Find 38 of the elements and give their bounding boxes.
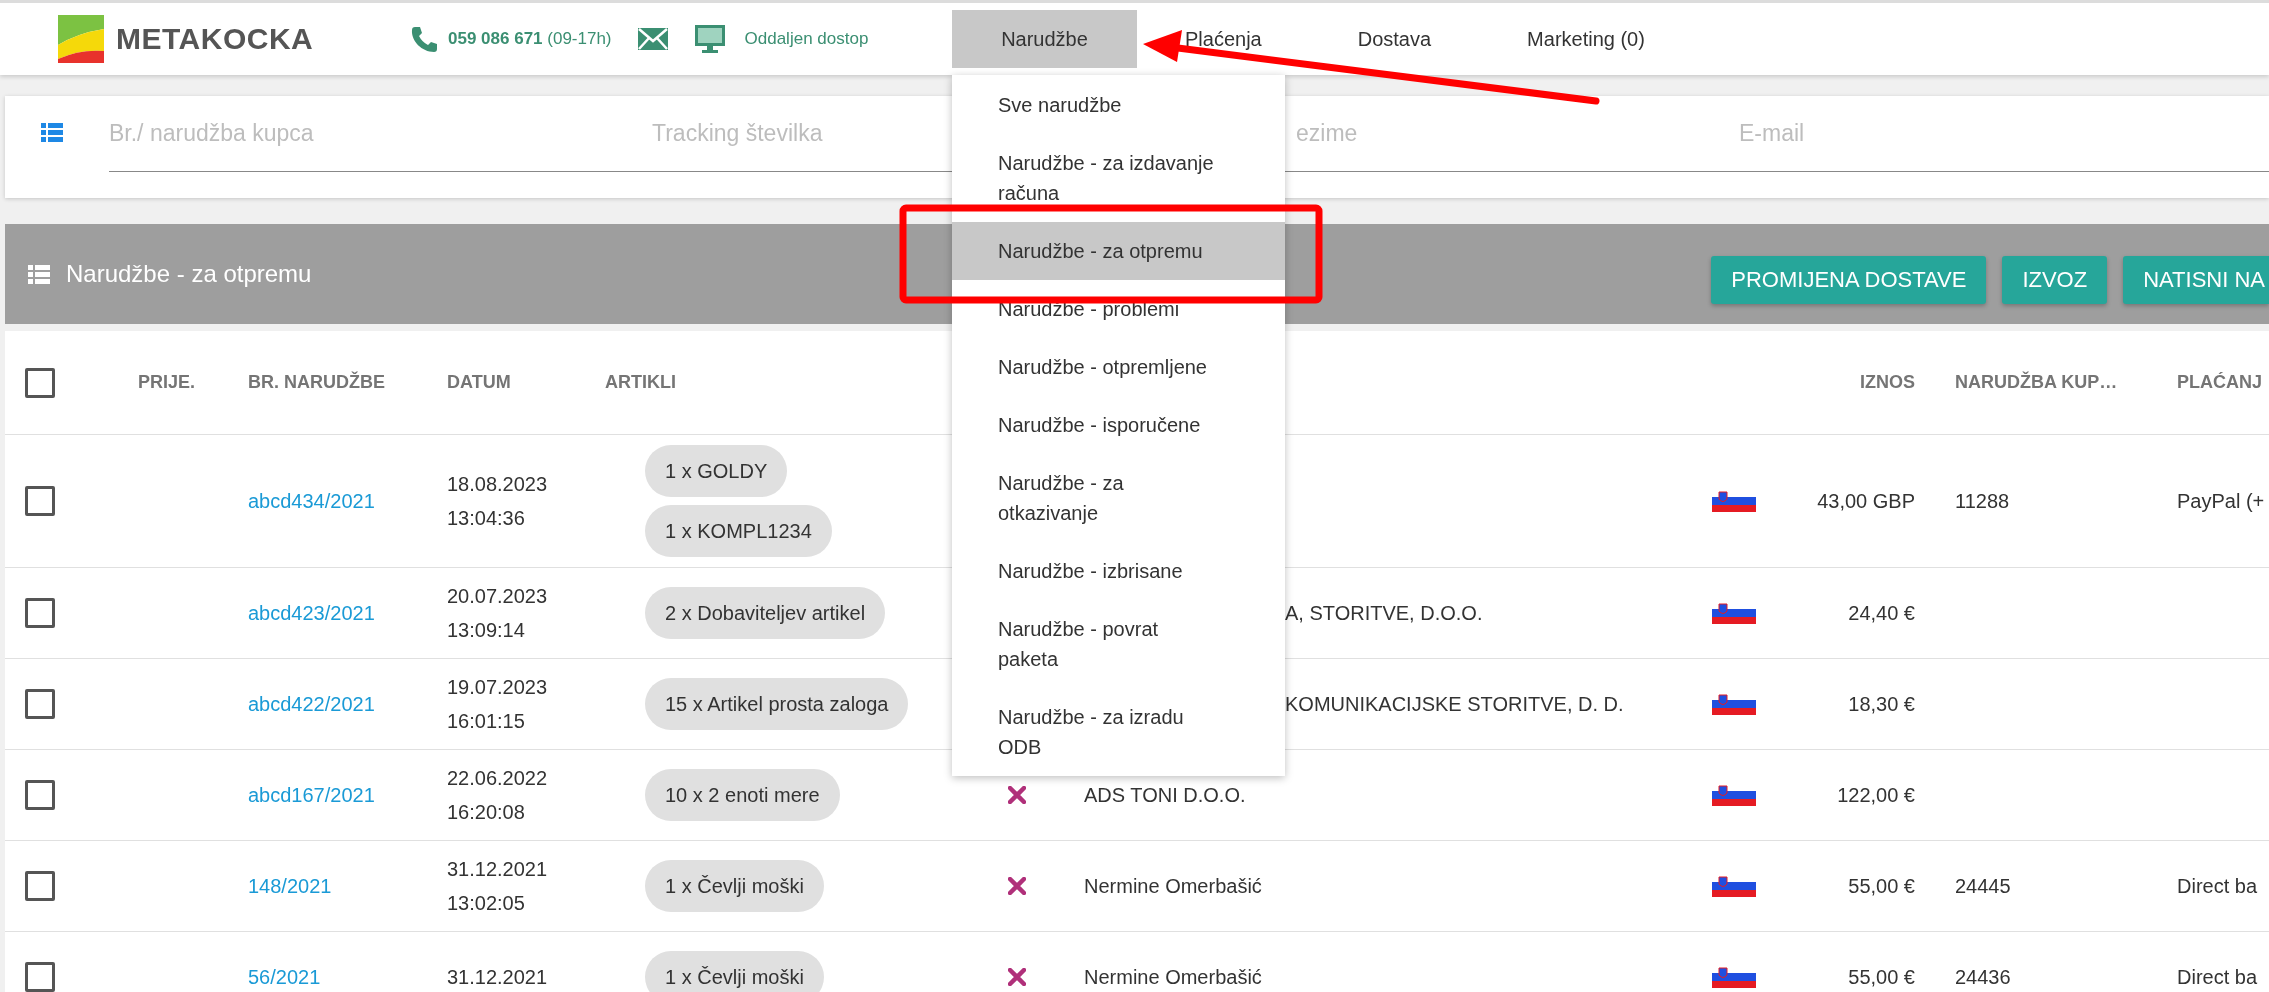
amount: 122,00 € xyxy=(1837,783,1915,807)
order-date: 18.08.2023 xyxy=(447,472,548,497)
amount: 55,00 € xyxy=(1848,965,1915,989)
customer-name: KOMUNIKACIJSKE STORITVE, D. D. xyxy=(1285,692,1624,716)
item-chip: 2 x Dobaviteljev artikel xyxy=(645,587,886,639)
payment-method: PayPal (+ xyxy=(2177,489,2265,513)
amount: 24,40 € xyxy=(1848,601,1915,625)
order-time: 13:04:36 xyxy=(447,506,525,531)
order-time: 16:20:08 xyxy=(447,800,525,825)
item-chip: 1 x KOMPL1234 xyxy=(645,505,832,557)
amount: 43,00 GBP xyxy=(1817,489,1915,513)
panel-title: Narudžbe - za otpremu xyxy=(66,260,312,288)
payment-method: Direct ba xyxy=(2177,965,2258,989)
logo-text: METAKOCKA xyxy=(116,22,314,56)
order-time: 13:02:05 xyxy=(447,891,525,916)
order-time: 16:01:15 xyxy=(447,709,525,734)
order-date: 22.06.2022 xyxy=(447,766,548,791)
item-chip: 15 x Artikel prosta zaloga xyxy=(645,678,909,730)
amount: 55,00 € xyxy=(1848,874,1915,898)
order-date: 31.12.2021 xyxy=(447,857,548,882)
item-chip: 10 x 2 enoti mere xyxy=(645,769,840,821)
amount: 18,30 € xyxy=(1848,692,1915,716)
item-chip: 1 x Čevlji moški xyxy=(645,860,824,912)
phone-number: 059 086 671 (09-17h) xyxy=(448,29,612,49)
customer-order-number: 24445 xyxy=(1955,874,2011,898)
payment-method: Direct ba xyxy=(2177,874,2258,898)
order-date: 19.07.2023 xyxy=(447,675,548,700)
customer-name: Nermine Omerbašić xyxy=(1084,874,1262,898)
customer-order-number: 24436 xyxy=(1955,965,2011,989)
item-chip: 1 x GOLDY xyxy=(645,445,788,497)
order-time: 13:09:14 xyxy=(447,618,525,643)
item-chip: 1 x Čevlji moški xyxy=(645,951,824,992)
customer-name: A, STORITVE, D.O.O. xyxy=(1285,601,1483,625)
order-date: 31.12.2021 xyxy=(447,965,548,990)
order-date: 20.07.2023 xyxy=(447,584,548,609)
customer-name: Nermine Omerbašić xyxy=(1084,965,1262,989)
customer-order-number: 11288 xyxy=(1955,489,2010,513)
customer-name: ADS TONI D.O.O. xyxy=(1084,783,1246,807)
